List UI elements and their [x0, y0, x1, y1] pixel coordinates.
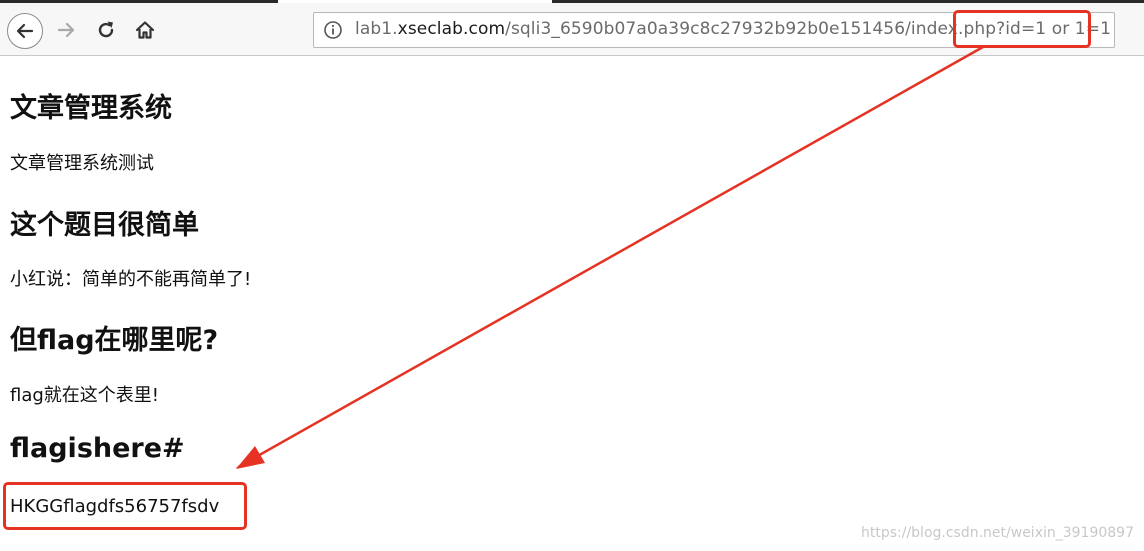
watermark: https://blog.csdn.net/weixin_39190897 [860, 525, 1134, 541]
annotation-arrow [236, 45, 984, 469]
